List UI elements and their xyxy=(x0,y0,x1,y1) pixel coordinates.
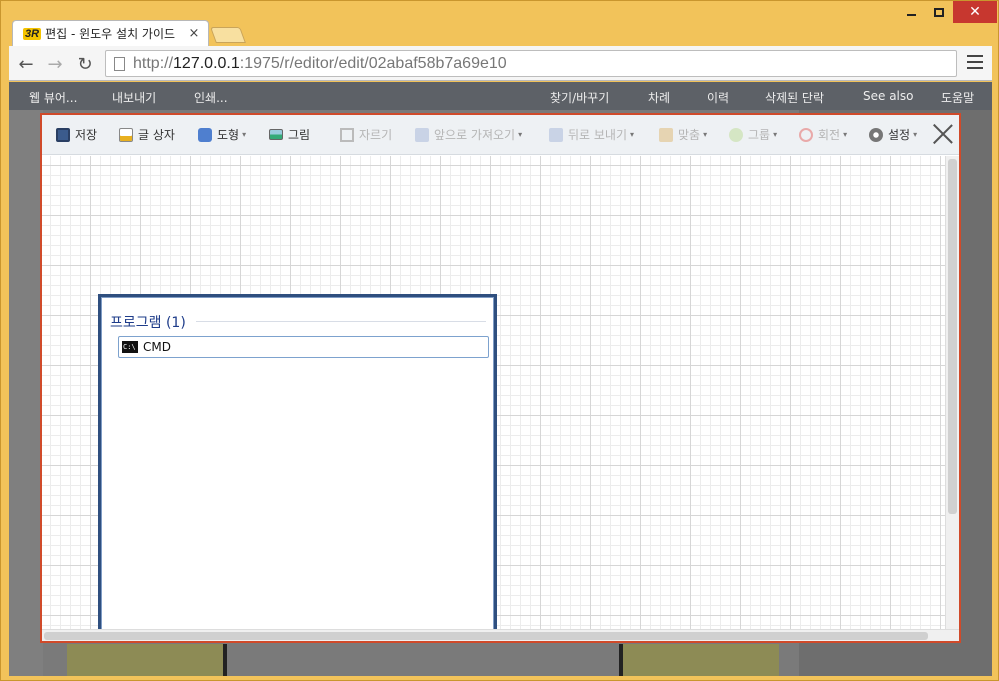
textbox-label: 글 상자 xyxy=(138,128,175,142)
address-bar[interactable]: http://127.0.0.1:1975/r/editor/edit/02ab… xyxy=(105,50,957,77)
group-icon xyxy=(729,127,743,142)
hamburger-menu-icon[interactable] xyxy=(967,55,983,73)
url-host: 127.0.0.1 xyxy=(173,54,240,72)
page-block xyxy=(623,644,779,676)
reload-icon[interactable]: ↻ xyxy=(74,53,96,75)
browser-window: ✕ 3R 편집 - 윈도우 설치 가이드 × ← → ↻ http://127.… xyxy=(0,0,999,681)
send-back-label: 뒤로 보내기 xyxy=(568,128,628,142)
program-item-label: CMD xyxy=(143,340,171,354)
minimize-icon xyxy=(906,14,916,16)
close-window-button[interactable]: ✕ xyxy=(953,1,997,23)
menu-deleted-paragraphs[interactable]: 삭제된 단락 xyxy=(765,89,824,106)
editor-toolbar: 저장 글 상자 도형 ▾ 그림 자르기 앞으로 가져오기 ▾ 뒤로 보내기 ▾ … xyxy=(42,115,959,155)
editor-canvas[interactable]: 프로그램 (1) C:\ CMD xyxy=(42,156,945,629)
chevron-down-icon: ▾ xyxy=(703,130,708,139)
align-button[interactable]: 맞춤 ▾ xyxy=(659,126,707,143)
page-icon xyxy=(114,56,125,71)
bring-front-label: 앞으로 가져오기 xyxy=(434,128,516,142)
menu-toc[interactable]: 차례 xyxy=(648,89,670,106)
maximize-icon xyxy=(934,7,944,17)
program-item-cmd[interactable]: C:\ CMD xyxy=(118,336,489,358)
rotate-label: 회전 xyxy=(818,128,841,142)
menu-help[interactable]: 도움말 xyxy=(941,89,974,106)
shape-icon xyxy=(198,127,212,142)
send-back-button[interactable]: 뒤로 보내기 ▾ xyxy=(549,126,634,143)
crop-button[interactable]: 자르기 xyxy=(340,126,392,143)
chevron-down-icon: ▾ xyxy=(913,130,918,139)
textbox-icon xyxy=(119,127,133,142)
url-path: :1975/r/editor/edit/02abaf58b7a69e10 xyxy=(239,54,507,72)
gear-icon xyxy=(869,127,883,142)
rotate-icon xyxy=(799,127,813,142)
page-block xyxy=(67,644,223,676)
image-button[interactable]: 그림 xyxy=(269,126,310,143)
bring-front-button[interactable]: 앞으로 가져오기 ▾ xyxy=(415,126,522,143)
tab-close-icon[interactable]: × xyxy=(186,26,202,41)
command-prompt-icon: C:\ xyxy=(122,341,138,353)
crop-label: 자르기 xyxy=(359,128,393,142)
crop-icon xyxy=(340,127,354,142)
browser-toolbar: ← → ↻ http://127.0.0.1:1975/r/editor/edi… xyxy=(9,46,992,81)
browser-tab[interactable]: 3R 편집 - 윈도우 설치 가이드 × xyxy=(12,20,209,46)
chevron-down-icon: ▾ xyxy=(773,130,778,139)
back-arrow-icon[interactable]: ← xyxy=(15,53,37,75)
maximize-button[interactable] xyxy=(926,1,952,23)
save-button[interactable]: 저장 xyxy=(56,126,97,143)
programs-heading: 프로그램 (1) xyxy=(110,315,186,331)
align-label: 맞춤 xyxy=(678,128,701,142)
url-scheme: http:// xyxy=(133,54,174,72)
tab-title: 편집 - 윈도우 설치 가이드 xyxy=(45,27,176,41)
menu-find-replace[interactable]: 찾기/바꾸기 xyxy=(550,89,609,106)
page-menubar: 웹 뷰어... 내보내기 인쇄... 찾기/바꾸기 차례 이력 삭제된 단락 S… xyxy=(9,82,992,110)
bring-front-icon xyxy=(415,127,429,142)
chevron-down-icon: ▾ xyxy=(843,130,848,139)
close-editor-icon[interactable] xyxy=(932,123,954,145)
scrollbar-thumb[interactable] xyxy=(948,159,957,514)
menu-print[interactable]: 인쇄... xyxy=(194,89,228,106)
menu-export[interactable]: 내보내기 xyxy=(112,89,156,106)
align-icon xyxy=(659,127,673,142)
textbox-button[interactable]: 글 상자 xyxy=(119,126,175,143)
picture-icon xyxy=(269,129,283,140)
start-menu-screenshot[interactable]: 프로그램 (1) C:\ CMD xyxy=(98,294,497,629)
shape-label: 도형 xyxy=(217,128,240,142)
settings-label: 설정 xyxy=(888,128,911,142)
save-label: 저장 xyxy=(75,128,98,142)
vertical-scrollbar[interactable] xyxy=(945,156,959,629)
horizontal-scrollbar[interactable] xyxy=(42,629,959,641)
shape-button[interactable]: 도형 ▾ xyxy=(198,126,246,143)
menu-web-viewer[interactable]: 웹 뷰어... xyxy=(29,89,77,106)
scrollbar-thumb[interactable] xyxy=(44,632,928,640)
group-button[interactable]: 그룹 ▾ xyxy=(729,126,777,143)
group-label: 그룹 xyxy=(748,128,771,142)
page-margin-left xyxy=(9,110,43,676)
menu-history[interactable]: 이력 xyxy=(707,89,729,106)
heading-rule xyxy=(196,321,486,322)
forward-arrow-icon[interactable]: → xyxy=(44,53,66,75)
floppy-disk-icon xyxy=(56,127,70,142)
chevron-down-icon: ▾ xyxy=(242,130,247,139)
chevron-down-icon: ▾ xyxy=(518,130,523,139)
send-back-icon xyxy=(549,127,563,142)
close-icon: ✕ xyxy=(969,4,981,20)
page-divider xyxy=(223,644,227,676)
image-label: 그림 xyxy=(288,128,311,142)
menu-see-also[interactable]: See also xyxy=(863,89,913,103)
image-editor: 저장 글 상자 도형 ▾ 그림 자르기 앞으로 가져오기 ▾ 뒤로 보내기 ▾ … xyxy=(40,113,961,643)
settings-button[interactable]: 설정 ▾ xyxy=(869,126,917,143)
minimize-button[interactable] xyxy=(897,1,925,23)
chevron-down-icon: ▾ xyxy=(630,130,635,139)
new-tab-button[interactable] xyxy=(210,27,246,43)
site-logo-icon: 3R xyxy=(23,27,42,40)
rotate-button[interactable]: 회전 ▾ xyxy=(799,126,847,143)
